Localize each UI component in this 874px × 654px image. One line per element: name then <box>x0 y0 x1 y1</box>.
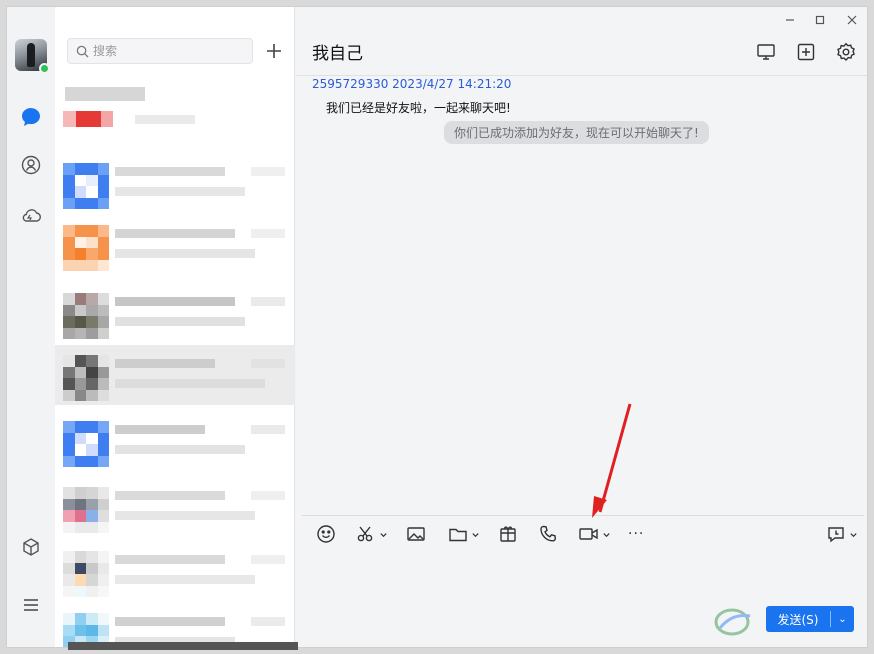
chat-history-icon[interactable] <box>826 523 858 545</box>
system-notice: 你们已成功添加为好友，现在可以开始聊天了! <box>444 121 709 144</box>
watermark-logo <box>714 608 751 636</box>
image-icon[interactable] <box>406 523 426 545</box>
chevron-down-icon[interactable] <box>471 530 480 539</box>
close-icon[interactable] <box>838 11 866 29</box>
video-call-icon[interactable] <box>578 523 611 545</box>
scissors-icon[interactable] <box>356 523 388 545</box>
add-button[interactable] <box>261 38 287 64</box>
search-box[interactable] <box>67 38 253 64</box>
toolbar-divider <box>302 515 864 516</box>
list-item[interactable] <box>55 411 295 473</box>
contact-avatar <box>63 487 109 533</box>
more-icon[interactable]: ··· <box>628 523 644 545</box>
chevron-down-icon[interactable] <box>849 530 858 539</box>
settings-icon[interactable] <box>835 41 857 63</box>
contact-avatar <box>63 551 109 597</box>
left-rail <box>7 7 55 647</box>
app-window: 我自己 2595729330 2023/4/27 14:21:20 我们已经是好… <box>6 6 868 648</box>
message-icon[interactable] <box>19 105 43 129</box>
menu-icon[interactable] <box>19 593 43 617</box>
minimize-icon[interactable] <box>776 11 804 29</box>
contact-avatar <box>63 225 109 271</box>
maximize-icon[interactable] <box>806 11 834 29</box>
contact-avatar <box>63 111 113 127</box>
chevron-down-icon[interactable] <box>602 530 611 539</box>
header-divider <box>296 75 867 76</box>
horizontal-scrollbar[interactable] <box>68 642 298 650</box>
search-input[interactable] <box>93 44 243 58</box>
red-packet-icon[interactable] <box>498 523 518 545</box>
online-status-dot <box>39 63 50 74</box>
list-item-selected[interactable] <box>55 345 295 405</box>
list-item[interactable] <box>55 81 295 127</box>
list-item[interactable] <box>55 477 295 539</box>
cloud-icon[interactable] <box>19 203 43 227</box>
message-text: 我们已经是好友啦，一起来聊天吧! <box>326 101 511 115</box>
chat-panel: 我自己 2595729330 2023/4/27 14:21:20 我们已经是好… <box>296 7 867 647</box>
search-icon <box>76 45 89 58</box>
list-item[interactable] <box>55 215 295 277</box>
contacts-icon[interactable] <box>19 153 43 177</box>
list-item[interactable] <box>55 283 295 345</box>
screen-share-icon[interactable] <box>755 41 777 63</box>
phone-icon[interactable] <box>538 523 558 545</box>
chat-title: 我自己 <box>312 44 363 64</box>
conversation-list <box>55 7 295 647</box>
message-sender-time: 2595729330 2023/4/27 14:21:20 <box>312 77 512 91</box>
emoji-icon[interactable] <box>316 523 336 545</box>
list-item[interactable] <box>55 153 295 215</box>
contact-avatar <box>63 421 109 467</box>
chevron-down-icon[interactable] <box>379 530 388 539</box>
contact-avatar <box>63 293 109 339</box>
contact-avatar <box>63 355 109 401</box>
list-item[interactable] <box>55 541 295 603</box>
contact-avatar <box>63 163 109 209</box>
add-member-icon[interactable] <box>795 41 817 63</box>
apps-icon[interactable] <box>19 535 43 559</box>
folder-icon[interactable] <box>448 523 480 545</box>
